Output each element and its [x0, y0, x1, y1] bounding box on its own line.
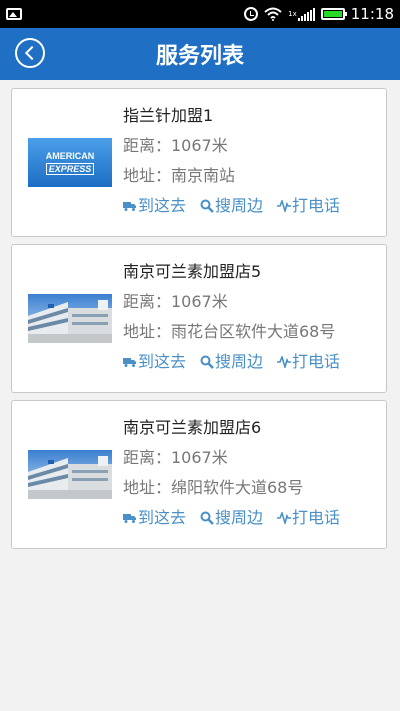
app-header: 服务列表 [0, 28, 400, 80]
search-icon [200, 511, 214, 525]
navigate-label: 到这去 [138, 196, 187, 215]
phone-wave-icon [277, 356, 292, 368]
search-icon [200, 355, 214, 369]
phone-wave-icon [277, 512, 292, 524]
image-icon [6, 8, 22, 20]
search-nearby-label: 搜周边 [215, 196, 264, 215]
truck-icon [123, 357, 137, 367]
navigate-label: 到这去 [138, 352, 187, 371]
service-address: 地址：南京南站 [123, 166, 236, 185]
building-photo [28, 294, 112, 343]
search-nearby-label: 搜周边 [215, 508, 264, 527]
service-distance: 距离：1067米 [123, 448, 228, 467]
service-address: 地址：绵阳软件大道68号 [123, 478, 304, 497]
navigate-button[interactable]: 到这去 [123, 191, 186, 221]
search-icon [200, 199, 214, 213]
service-distance: 距离：1067米 [123, 292, 228, 311]
signal-icon [297, 7, 315, 21]
building-photo [28, 450, 112, 499]
service-card[interactable]: 南京可兰素加盟店6 距离：1067米 地址：绵阳软件大道68号 到这去 搜周边 [11, 400, 387, 549]
call-button[interactable]: 打电话 [277, 503, 340, 533]
navigate-button[interactable]: 到这去 [123, 503, 186, 533]
search-nearby-button[interactable]: 搜周边 [200, 503, 263, 533]
amex-logo-line2: EXPRESS [45, 162, 95, 175]
back-button[interactable] [15, 38, 45, 68]
navigate-button[interactable]: 到这去 [123, 347, 186, 377]
amex-logo-line1: AMERICAN [45, 150, 95, 161]
phone-wave-icon [277, 200, 292, 212]
wifi-icon [264, 7, 282, 21]
network-type-label: 1x [288, 10, 297, 18]
status-bar: 1x 11:18 [0, 0, 400, 28]
page-title: 服务列表 [155, 44, 244, 69]
search-nearby-button[interactable]: 搜周边 [200, 191, 263, 221]
service-name: 南京可兰素加盟店6 [123, 418, 262, 437]
service-distance: 距离：1067米 [123, 136, 228, 155]
search-nearby-button[interactable]: 搜周边 [200, 347, 263, 377]
truck-icon [123, 513, 137, 523]
service-name: 指兰针加盟1 [123, 106, 214, 125]
service-list: AMERICAN EXPRESS 指兰针加盟1 距离：1067米 地址：南京南站… [0, 80, 400, 549]
battery-icon [320, 8, 347, 20]
status-time: 11:18 [350, 5, 394, 23]
service-address: 地址：雨花台区软件大道68号 [123, 322, 336, 341]
alarm-icon [244, 7, 259, 21]
truck-icon [123, 201, 137, 211]
service-name: 南京可兰素加盟店5 [123, 262, 262, 281]
american-express-logo: AMERICAN EXPRESS [28, 138, 112, 187]
navigate-label: 到这去 [138, 508, 187, 527]
search-nearby-label: 搜周边 [215, 352, 264, 371]
service-card[interactable]: AMERICAN EXPRESS 指兰针加盟1 距离：1067米 地址：南京南站… [11, 88, 387, 237]
call-button[interactable]: 打电话 [277, 347, 340, 377]
call-button[interactable]: 打电话 [277, 191, 340, 221]
call-label: 打电话 [292, 352, 341, 371]
chevron-left-icon [24, 45, 40, 61]
service-card[interactable]: 南京可兰素加盟店5 距离：1067米 地址：雨花台区软件大道68号 到这去 搜周… [11, 244, 387, 393]
call-label: 打电话 [292, 196, 341, 215]
call-label: 打电话 [292, 508, 341, 527]
